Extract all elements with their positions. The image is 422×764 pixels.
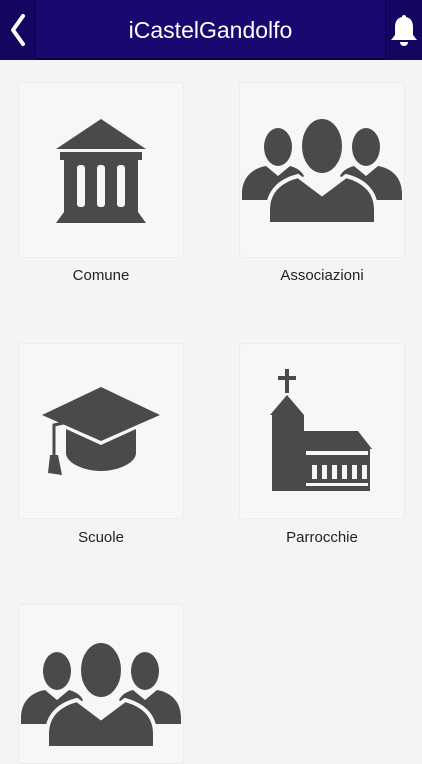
tile-parrocchie[interactable]	[239, 343, 405, 519]
top-bar: iCastelGandolfo	[0, 0, 422, 60]
tile-label-associazioni: Associazioni	[280, 267, 364, 284]
tile-comune[interactable]	[18, 82, 184, 258]
tile-label-scuole: Scuole	[78, 529, 124, 546]
back-button[interactable]	[0, 0, 36, 60]
tile-scuole[interactable]	[18, 343, 184, 519]
bell-icon	[391, 15, 417, 46]
group-icon	[242, 115, 402, 226]
tile-label-comune: Comune	[72, 267, 130, 284]
tile-associazioni[interactable]	[239, 82, 405, 258]
graduation-cap-icon	[42, 387, 160, 475]
tile-group[interactable]	[18, 604, 184, 764]
app-title: iCastelGandolfo	[128, 16, 293, 43]
notifications-button[interactable]	[385, 0, 422, 60]
group-icon	[21, 639, 181, 750]
town-hall-icon	[56, 119, 146, 223]
church-icon	[270, 369, 372, 491]
chevron-left-icon	[10, 14, 25, 46]
tile-label-parrocchie: Parrocchie	[286, 529, 358, 546]
